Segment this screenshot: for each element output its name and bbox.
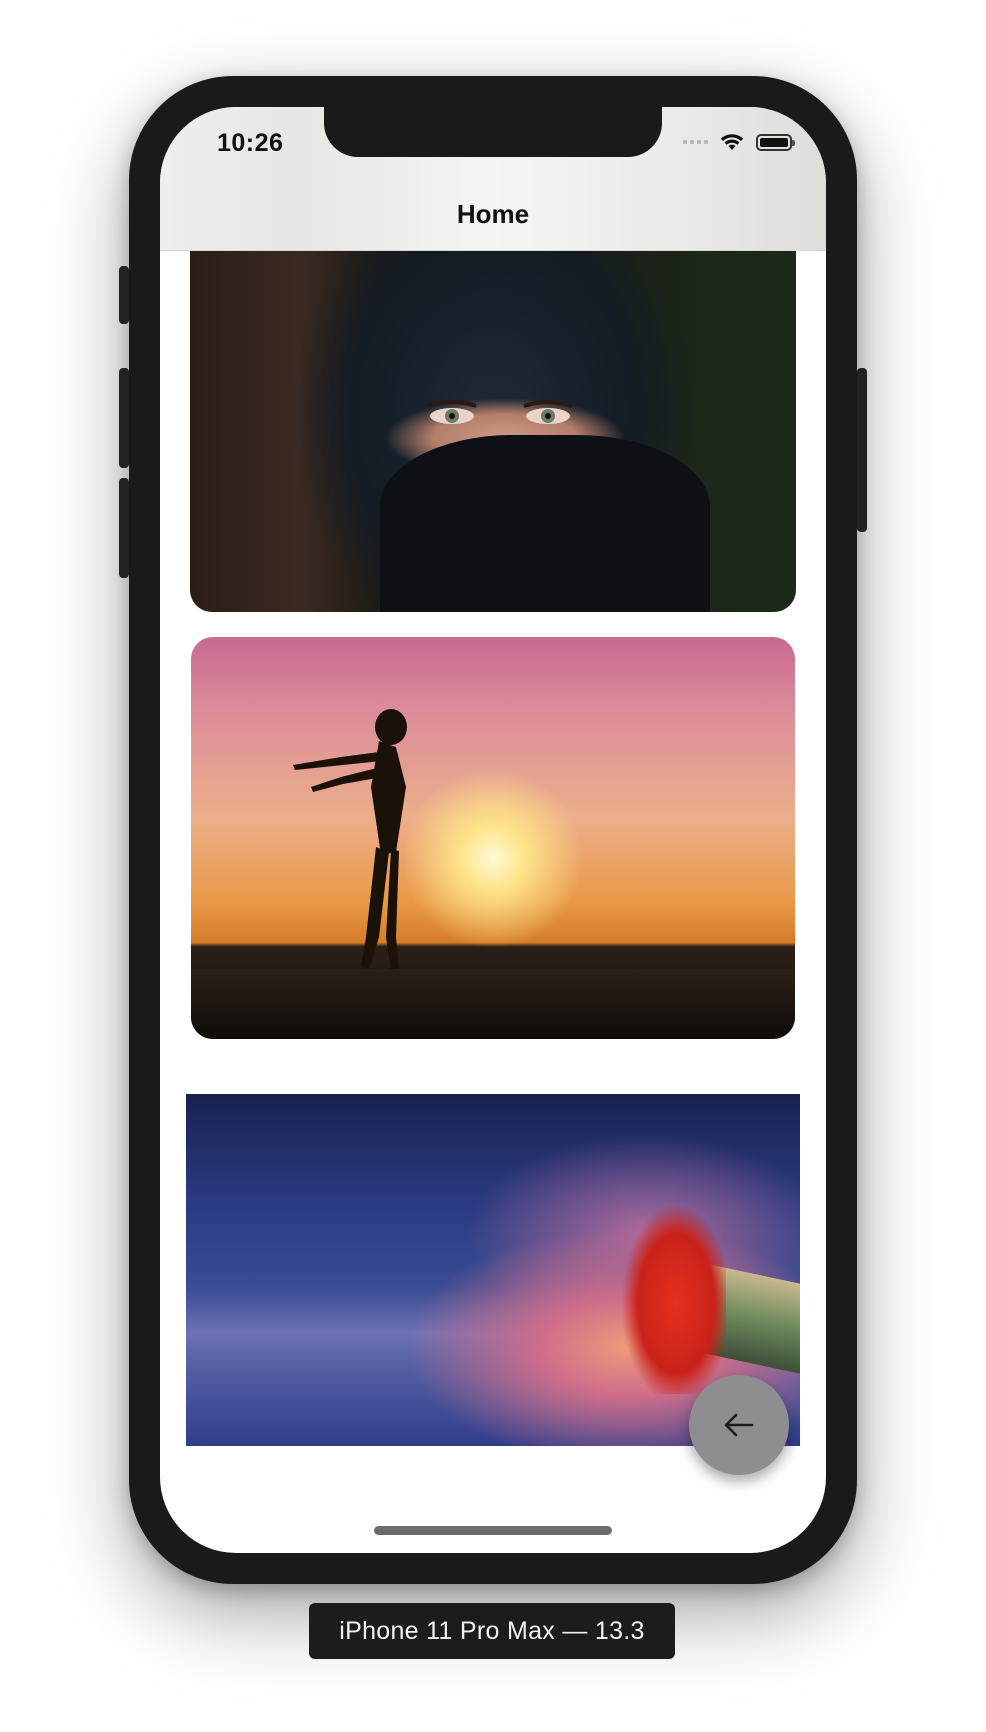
iphone-frame: 10:26 Home — [119, 76, 867, 1584]
battery-icon — [756, 133, 795, 151]
status-time: 10:26 — [217, 129, 284, 157]
red-dress-figure — [616, 1194, 726, 1394]
power-button[interactable] — [857, 368, 867, 532]
simulator-stage: 10:26 Home iPhone 11 Pro Max — 13.3 — [0, 0, 986, 1732]
shoreline — [191, 969, 795, 1039]
page-title: Home — [456, 199, 530, 229]
volume-down-button[interactable] — [119, 478, 129, 578]
device-label: iPhone 11 Pro Max — 13.3 — [309, 1603, 675, 1659]
wifi-icon — [720, 134, 744, 150]
navigation-bar: 10:26 Home — [160, 107, 826, 251]
back-fab-button[interactable] — [689, 1375, 789, 1475]
cellular-signal-icon — [683, 140, 708, 144]
status-icons — [683, 133, 795, 151]
phone-screen: 10:26 Home — [160, 107, 826, 1553]
veil-shape — [380, 435, 710, 612]
eyes-graphic — [427, 400, 573, 424]
volume-up-button[interactable] — [119, 368, 129, 468]
home-indicator[interactable] — [374, 1526, 612, 1535]
arrow-left-icon — [724, 1413, 754, 1437]
silent-switch — [119, 266, 129, 324]
hijab-portrait-image[interactable] — [190, 250, 796, 612]
notch — [324, 107, 662, 157]
sunset-silhouette-image[interactable] — [191, 637, 795, 1039]
